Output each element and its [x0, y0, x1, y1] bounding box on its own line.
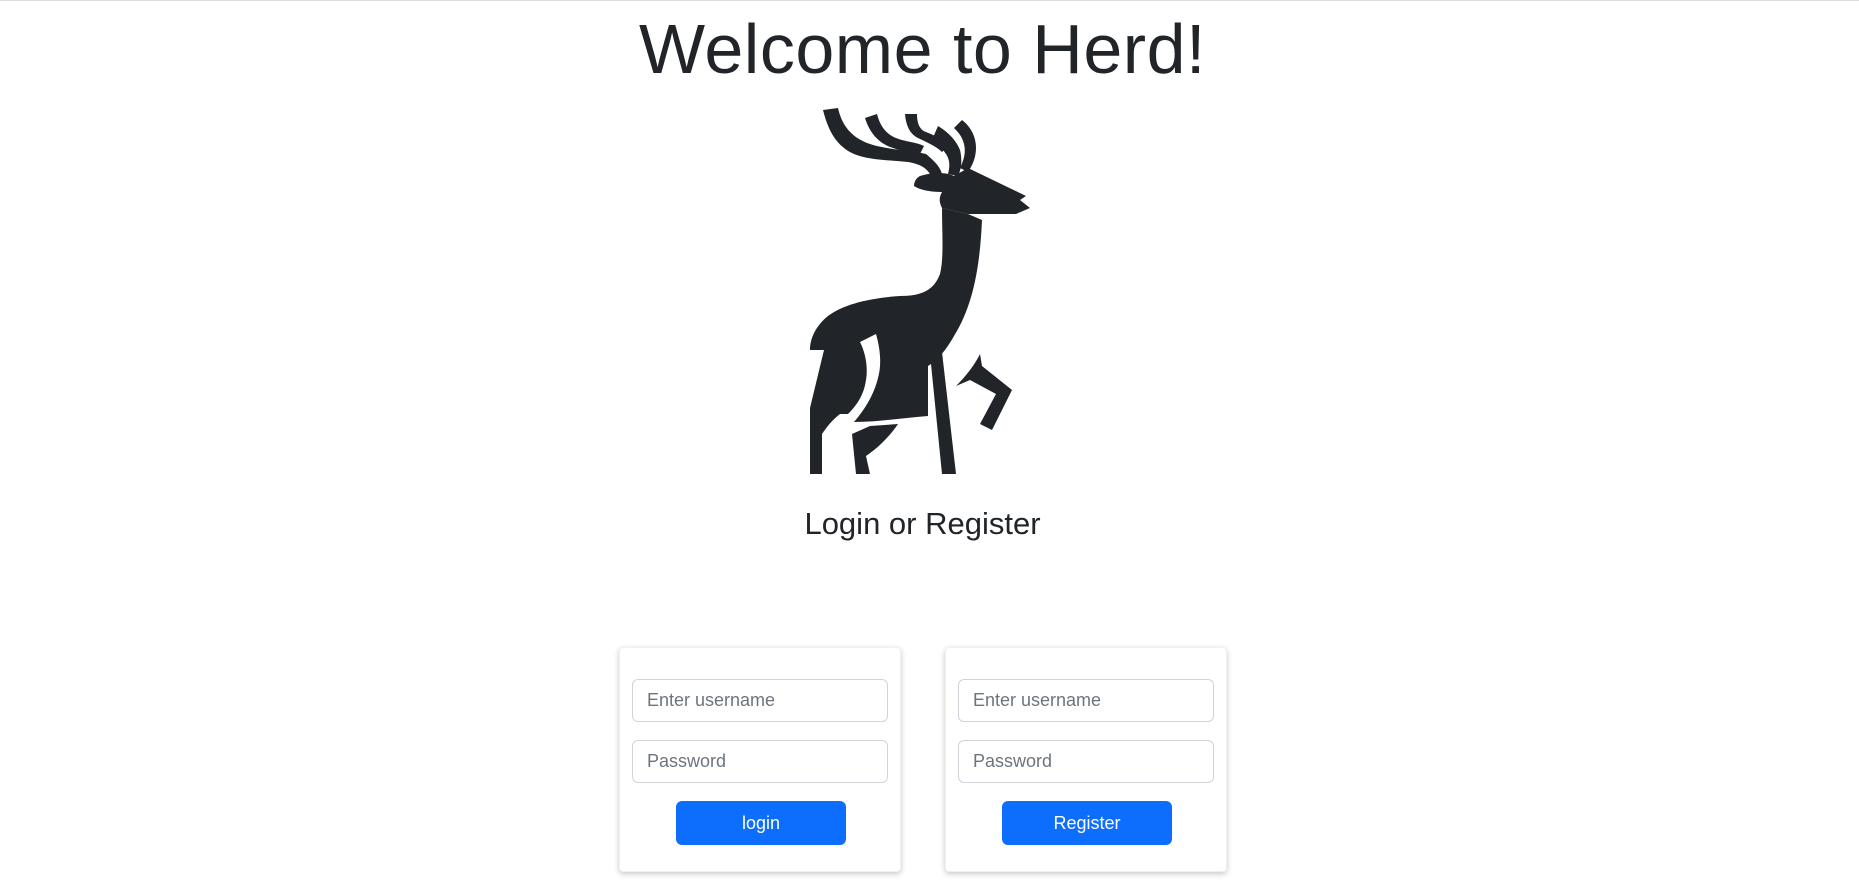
page-title: Welcome to Herd! [639, 10, 1206, 88]
register-username-input[interactable] [958, 679, 1214, 722]
login-password-input[interactable] [632, 740, 888, 783]
login-username-input[interactable] [632, 679, 888, 722]
deer-icon [770, 104, 1070, 474]
top-divider [0, 0, 1859, 1]
page-subtitle: Login or Register [804, 506, 1041, 541]
login-card: login [619, 647, 901, 872]
page: Welcome to Herd! Login or Register Enter… [0, 0, 1859, 881]
register-card: Register [945, 647, 1227, 872]
deer-logo-svg [810, 108, 1030, 474]
login-button[interactable]: login [676, 801, 846, 845]
register-button[interactable]: Register [1002, 801, 1172, 845]
register-password-input[interactable] [958, 740, 1214, 783]
